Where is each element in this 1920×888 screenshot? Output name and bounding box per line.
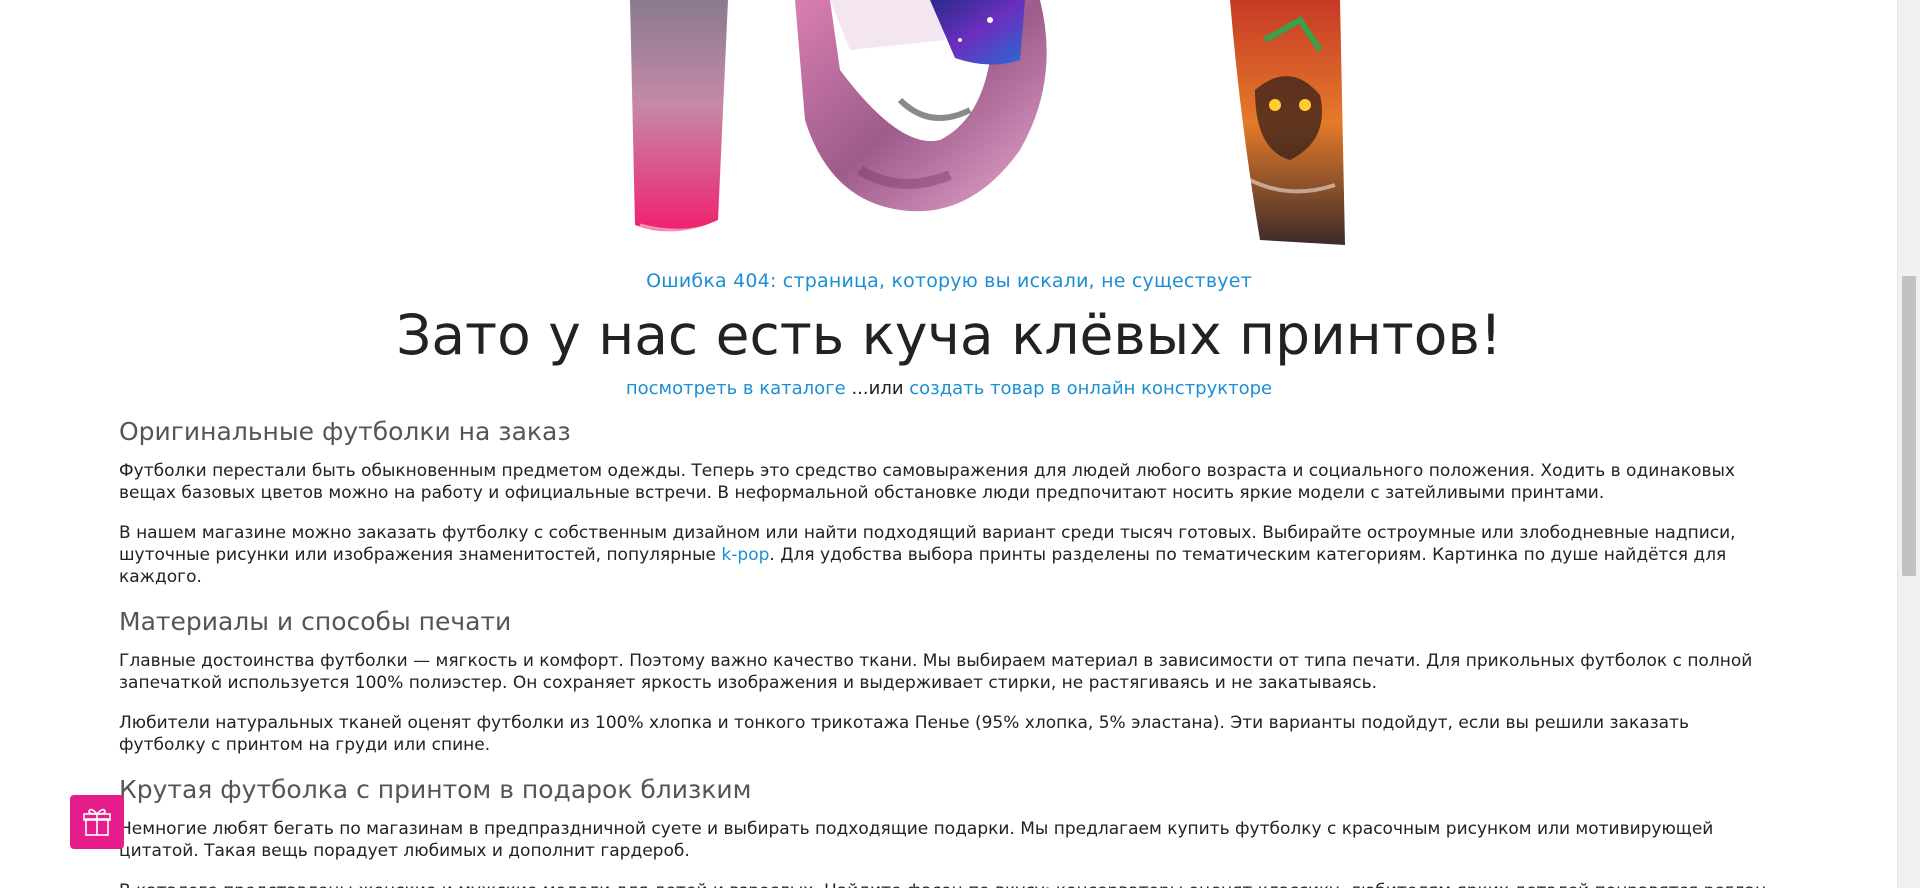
page: Ошибка 404: страница, которую вы искали,… (0, 0, 1920, 888)
error-message: Ошибка 404: страница, которую вы искали,… (646, 270, 1252, 292)
gift-icon (83, 808, 111, 836)
section-paragraph: Немногие любят бегать по магазинам в пре… (119, 819, 1714, 861)
vertical-scrollbar[interactable] (1897, 0, 1920, 888)
hero-404-image (630, 0, 1345, 245)
section-title: Материалы и способы печати (119, 607, 512, 636)
action-links: посмотреть в каталоге ...или создать тов… (0, 378, 1898, 399)
section-paragraph: Главные достоинства футболки — мягкость … (119, 651, 1753, 693)
section-paragraph: Футболки перестали быть обыкновенным пре… (119, 461, 1735, 503)
section-paragraph: В нашем магазине можно заказать футболку… (119, 522, 1779, 588)
section-paragraph: В каталоге представлены женские и мужски… (119, 880, 1779, 888)
section-title: Крутая футболка с принтом в подарок близ… (119, 775, 752, 804)
kpop-link[interactable]: k-pop (721, 545, 769, 565)
constructor-link[interactable]: создать товар в онлайн конструкторе (909, 378, 1272, 399)
seo-content: Оригинальные футболки на заказ Футболки … (119, 416, 1779, 888)
gift-button[interactable] (70, 795, 124, 849)
section-paragraph: Любители натуральных тканей оценят футбо… (119, 713, 1690, 755)
page-headline: Зато у нас есть куча клёвых принтов! (396, 303, 1502, 367)
catalog-link[interactable]: посмотреть в каталоге (626, 378, 846, 399)
section-title: Оригинальные футболки на заказ (119, 417, 571, 446)
scrollbar-thumb[interactable] (1902, 276, 1916, 576)
links-separator: ...или (845, 378, 910, 399)
